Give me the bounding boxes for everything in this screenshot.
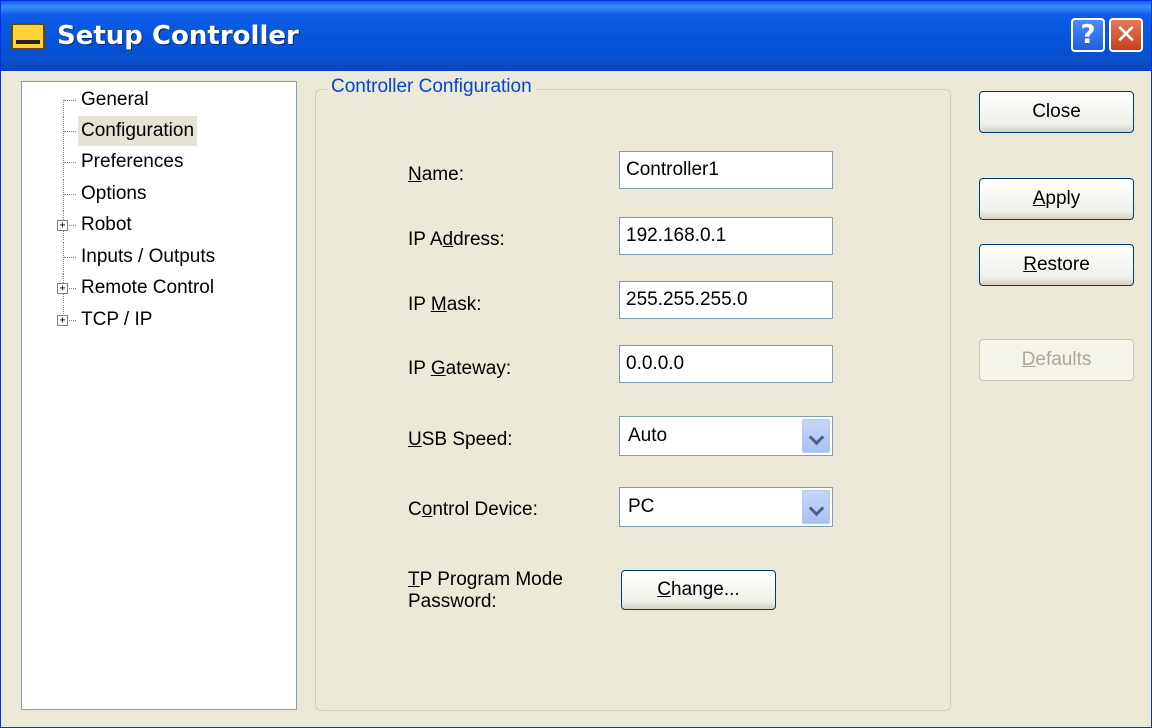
name-input[interactable]	[619, 151, 833, 189]
chevron-down-icon[interactable]	[802, 419, 830, 453]
tree-connector	[64, 194, 76, 195]
window-close-button[interactable]: ✕	[1109, 18, 1143, 52]
defaults-button: Defaults	[979, 339, 1134, 381]
change-password-button[interactable]: Change...	[621, 570, 776, 610]
title-bar[interactable]: Setup Controller ? ✕	[1, 1, 1151, 71]
usb-speed-label: USB Speed:	[408, 429, 513, 450]
expand-plus-icon[interactable]: +	[57, 283, 68, 294]
question-mark-icon: ?	[1080, 20, 1096, 50]
usb-speed-select[interactable]: Auto	[619, 416, 833, 456]
ip-gateway-label: IP Gateway:	[408, 358, 512, 379]
tree-item-label: TCP / IP	[81, 309, 153, 330]
ip-address-label: IP Address:	[408, 229, 505, 250]
tp-password-label: TP Program Mode Password:	[408, 569, 563, 612]
tree-item-remote-control[interactable]: + Remote Control	[22, 273, 292, 303]
setup-controller-dialog: Setup Controller ? ✕ General Configurati…	[0, 0, 1152, 728]
tree-item-options[interactable]: Options	[22, 179, 292, 209]
tree-item-configuration[interactable]: Configuration	[22, 116, 292, 146]
tree-connector	[64, 100, 76, 101]
name-label: Name:	[408, 164, 464, 185]
tree-item-inputs-outputs[interactable]: Inputs / Outputs	[22, 242, 292, 272]
tree-connector	[64, 162, 76, 163]
group-title: Controller Configuration	[327, 75, 536, 99]
tree-connector	[64, 131, 76, 132]
settings-tree[interactable]: General Configuration Preferences Option…	[21, 81, 297, 710]
ip-mask-label: IP Mask:	[408, 294, 482, 315]
tree-item-label: Preferences	[81, 151, 184, 172]
close-button[interactable]: Close	[979, 91, 1134, 133]
control-device-select[interactable]: PC	[619, 487, 833, 527]
tree-item-label: Remote Control	[81, 277, 215, 298]
tree-item-general[interactable]: General	[22, 85, 292, 115]
tree-item-label: Robot	[81, 214, 132, 235]
control-device-label: Control Device:	[408, 499, 538, 520]
tree-item-label: Inputs / Outputs	[81, 246, 216, 267]
usb-speed-value: Auto	[628, 425, 668, 446]
control-device-value: PC	[628, 496, 655, 517]
tree-connector	[64, 257, 76, 258]
tree-item-label: General	[81, 89, 149, 110]
expand-plus-icon[interactable]: +	[57, 315, 68, 326]
controller-app-icon	[11, 23, 45, 50]
tree-item-tcp-ip[interactable]: + TCP / IP	[22, 305, 292, 335]
tree-item-preferences[interactable]: Preferences	[22, 147, 292, 177]
expand-plus-icon[interactable]: +	[57, 220, 68, 231]
tree-line	[63, 100, 64, 115]
tree-item-label: Options	[81, 183, 147, 204]
tree-item-robot[interactable]: + Robot	[22, 210, 292, 240]
window-title: Setup Controller	[57, 21, 299, 51]
close-x-icon: ✕	[1115, 20, 1137, 50]
apply-button[interactable]: Apply	[979, 178, 1134, 220]
ip-mask-input[interactable]	[619, 281, 833, 319]
help-button[interactable]: ?	[1071, 18, 1105, 52]
restore-button[interactable]: Restore	[979, 244, 1134, 286]
chevron-down-icon[interactable]	[802, 490, 830, 524]
tree-item-label: Configuration	[78, 116, 198, 146]
ip-address-input[interactable]	[619, 217, 833, 255]
ip-gateway-input[interactable]	[619, 345, 833, 383]
